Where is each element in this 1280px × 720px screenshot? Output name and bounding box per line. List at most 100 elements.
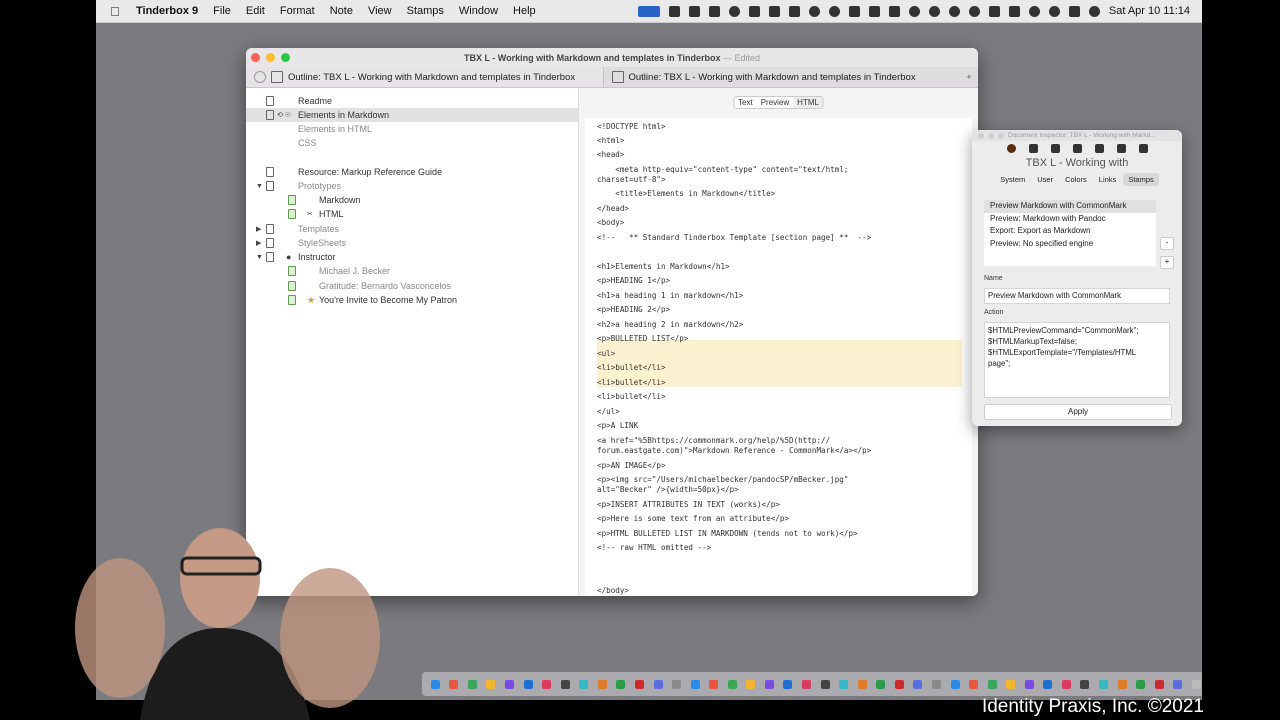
- disclosure-down-icon[interactable]: ▼: [256, 254, 263, 261]
- timer-icon[interactable]: [908, 5, 920, 17]
- menu-edit[interactable]: Edit: [246, 5, 265, 17]
- cloud-icon[interactable]: [808, 5, 820, 17]
- outline-row[interactable]: Resource: Markup Reference Guide: [246, 165, 578, 179]
- app-icon[interactable]: [542, 679, 552, 689]
- outline-row[interactable]: ▶ Templates: [246, 222, 578, 236]
- outline-row[interactable]: CSS: [246, 136, 578, 150]
- close-inspector-button[interactable]: [978, 132, 984, 139]
- outline-row[interactable]: Elements in HTML: [246, 122, 578, 136]
- app-icon[interactable]: [486, 679, 496, 689]
- new-tab-button[interactable]: +: [960, 67, 978, 87]
- app-icon[interactable]: [727, 679, 737, 689]
- html-source-view[interactable]: <!DOCTYPE html> <html> <head> <meta http-e…: [585, 118, 972, 596]
- app-icon[interactable]: [1080, 679, 1090, 689]
- app-icon[interactable]: [802, 679, 812, 689]
- apple-icon[interactable]: : [110, 4, 124, 19]
- mode-text[interactable]: Text: [734, 97, 757, 108]
- siri-icon[interactable]: [1088, 5, 1100, 17]
- app-icon[interactable]: [597, 679, 607, 689]
- app-icon[interactable]: [1043, 679, 1053, 689]
- app-icon[interactable]: [1173, 679, 1183, 689]
- app-icon[interactable]: [783, 679, 793, 689]
- outline-row[interactable]: ▼ Prototypes: [246, 179, 578, 193]
- app-icon[interactable]: [1099, 679, 1109, 689]
- tab-system[interactable]: System: [995, 173, 1030, 186]
- app-icon[interactable]: [764, 679, 774, 689]
- query-pane-icon[interactable]: [1138, 143, 1148, 153]
- stamp-item[interactable]: Preview: Markdown with Pandoc: [984, 213, 1156, 226]
- menu-file[interactable]: File: [213, 5, 231, 17]
- app-icon[interactable]: [523, 679, 533, 689]
- disclosure-right-icon[interactable]: ▶: [256, 239, 261, 247]
- outline-row[interactable]: Markdown: [246, 193, 578, 207]
- play-icon[interactable]: [928, 5, 940, 17]
- tab-outline-1[interactable]: Outline: TBX L - Working with Markdown a…: [246, 67, 604, 87]
- outline-row[interactable]: ✂ HTML: [246, 207, 578, 221]
- outline-row[interactable]: ▶ StyleSheets: [246, 236, 578, 250]
- tab-outline-2[interactable]: Outline: TBX L - Working with Markdown a…: [604, 67, 961, 87]
- wifi-icon[interactable]: [1028, 5, 1040, 17]
- app-icon[interactable]: [931, 679, 941, 689]
- grid-icon[interactable]: [668, 5, 680, 17]
- apply-button[interactable]: Apply: [984, 404, 1172, 420]
- tab-stamps[interactable]: Stamps: [1123, 173, 1159, 186]
- stamp-item[interactable]: Export: Export as Markdown: [984, 225, 1156, 238]
- stamp-name-field[interactable]: Preview Markdown with CommonMark: [984, 288, 1170, 304]
- text-pane-icon[interactable]: [1094, 143, 1104, 153]
- app-icon[interactable]: [690, 679, 700, 689]
- stamp-item[interactable]: Preview Markdown with CommonMark: [984, 200, 1156, 213]
- app-icon[interactable]: [839, 679, 849, 689]
- app-icon[interactable]: [672, 679, 682, 689]
- app-icon[interactable]: [709, 679, 719, 689]
- tab-links[interactable]: Links: [1094, 173, 1122, 186]
- search-icon[interactable]: [1048, 5, 1060, 17]
- menu-note[interactable]: Note: [330, 5, 353, 17]
- app-icon[interactable]: [634, 679, 644, 689]
- trash-icon[interactable]: [1191, 679, 1201, 689]
- zoom-inspector-button[interactable]: [998, 132, 1004, 139]
- app-icon[interactable]: [950, 679, 960, 689]
- app-icon[interactable]: [560, 679, 570, 689]
- app-icon[interactable]: [913, 679, 923, 689]
- app-icon[interactable]: [505, 679, 515, 689]
- app-icon[interactable]: [857, 679, 867, 689]
- stamp-action-field[interactable]: $HTMLPreviewCommand="CommonMark"; $HTMLM…: [984, 322, 1170, 398]
- app-icon[interactable]: [1024, 679, 1034, 689]
- activity-icon[interactable]: [637, 5, 660, 17]
- menu-app-name[interactable]: Tinderbox 9: [136, 5, 198, 17]
- app-icon[interactable]: [1006, 679, 1016, 689]
- bookmark-icon[interactable]: [788, 5, 800, 17]
- mode-html[interactable]: HTML: [793, 97, 823, 108]
- tab-close-icon[interactable]: [254, 71, 266, 83]
- menu-view[interactable]: View: [368, 5, 392, 17]
- control-center-icon[interactable]: [1068, 5, 1080, 17]
- upload-cloud-icon[interactable]: [848, 5, 860, 17]
- mode-preview[interactable]: Preview: [757, 97, 793, 108]
- outline-row[interactable]: Readme: [246, 94, 578, 108]
- calendar-icon[interactable]: [688, 5, 700, 17]
- clock-icon[interactable]: [968, 5, 980, 17]
- app-icon[interactable]: [616, 679, 626, 689]
- menu-help[interactable]: Help: [513, 5, 536, 17]
- app-icon[interactable]: [653, 679, 663, 689]
- outline-row-selected[interactable]: ⟲ ☉ Elements in Markdown: [246, 108, 578, 122]
- outline-row[interactable]: Gratitude: Bernardo Vasconcelos: [246, 279, 578, 293]
- app-icon[interactable]: [1154, 679, 1164, 689]
- tab-user[interactable]: User: [1032, 173, 1058, 186]
- remove-stamp-button[interactable]: -: [1160, 237, 1174, 250]
- battery-icon[interactable]: [1008, 5, 1020, 17]
- square-icon[interactable]: [748, 5, 760, 17]
- app-icon[interactable]: [746, 679, 756, 689]
- compass-icon[interactable]: [828, 5, 840, 17]
- tab-colors[interactable]: Colors: [1060, 173, 1092, 186]
- app-icon[interactable]: [987, 679, 997, 689]
- app-icon[interactable]: [894, 679, 904, 689]
- menu-window[interactable]: Window: [459, 5, 498, 17]
- app-icon[interactable]: [969, 679, 979, 689]
- add-stamp-button[interactable]: +: [1160, 256, 1174, 269]
- menu-clock[interactable]: Sat Apr 10 11:14: [1109, 5, 1190, 17]
- menu-stamps[interactable]: Stamps: [407, 5, 444, 17]
- document-pane-icon[interactable]: [1006, 143, 1016, 153]
- app-icon[interactable]: [820, 679, 830, 689]
- scrivener-icon[interactable]: [708, 5, 720, 17]
